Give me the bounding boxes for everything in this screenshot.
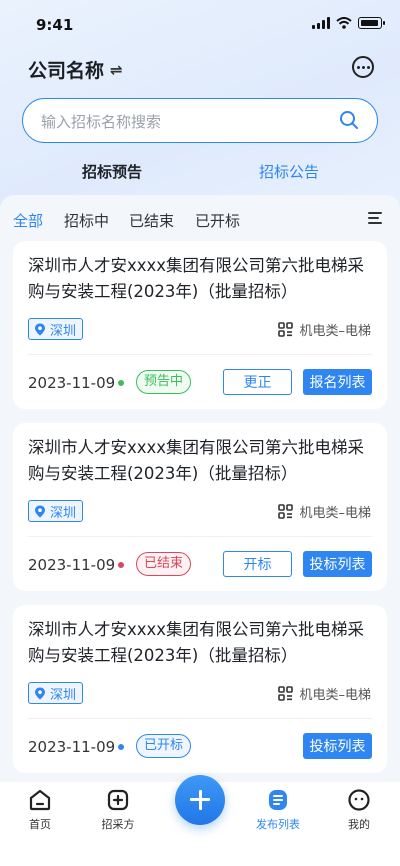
card-divider [28, 536, 372, 537]
status-badge: 预告中 [136, 370, 192, 394]
filter-bar: 全部 招标中 已结束 已开标 [0, 195, 400, 241]
menu-icon[interactable] [368, 212, 382, 224]
tab-label: 我的 [348, 818, 370, 831]
search-input[interactable]: 输入招标名称搜索 [22, 98, 378, 143]
category: 机电类–电梯 [278, 320, 371, 339]
status-badge: 已开标 [136, 734, 192, 758]
content-panel: 全部 招标中 已结束 已开标 深圳市人才安xxxx集团有限公司第六批电梯采购与安… [0, 195, 400, 866]
search-placeholder: 输入招标名称搜索 [41, 113, 162, 131]
location-text: 深圳 [50, 505, 77, 521]
tender-card[interactable]: 深圳市人才安xxxx集团有限公司第六批电梯采购与安装工程(2023年)（批量招标… [13, 423, 387, 591]
status-dot [118, 380, 124, 386]
location-tag: 深圳 [28, 318, 84, 340]
card-divider [28, 354, 372, 355]
search-icon[interactable] [339, 110, 359, 130]
status-icons [312, 17, 385, 29]
card-date: 2023-11-09 [28, 738, 116, 756]
status-dot [118, 744, 124, 750]
battery-icon [358, 17, 385, 29]
status-bar: 9:41 [0, 0, 400, 48]
card-date: 2023-11-09 [28, 556, 116, 574]
category-text: 机电类–电梯 [299, 506, 371, 521]
card-title: 深圳市人才安xxxx集团有限公司第六批电梯采购与安装工程(2023年)（批量招标… [28, 620, 365, 665]
filter-all[interactable]: 全部 [13, 210, 43, 231]
category-icon [278, 686, 294, 701]
location-tag: 深圳 [28, 682, 84, 704]
location-text: 深圳 [50, 687, 77, 703]
tab-mine[interactable]: 我的 [329, 788, 389, 832]
card-date: 2023-11-09 [28, 374, 116, 392]
card-divider [28, 718, 372, 719]
location-pin-icon [35, 687, 45, 699]
filter-ended[interactable]: 已结束 [129, 210, 174, 231]
tab-publish-list[interactable]: 发布列表 [248, 788, 308, 832]
home-icon [29, 789, 51, 811]
tab-home[interactable]: 首页 [10, 788, 70, 832]
status-badge: 已结束 [136, 552, 192, 576]
tender-card[interactable]: 深圳市人才安xxxx集团有限公司第六批电梯采购与安装工程(2023年)（批量招标… [13, 241, 387, 409]
bid-list-button[interactable]: 投标列表 [303, 551, 372, 577]
card-title: 深圳市人才安xxxx集团有限公司第六批电梯采购与安装工程(2023年)（批量招标… [28, 256, 365, 301]
tender-card[interactable]: 深圳市人才安xxxx集团有限公司第六批电梯采购与安装工程(2023年)（批量招标… [13, 605, 387, 773]
location-text: 深圳 [50, 323, 77, 339]
message-dots-icon[interactable] [352, 56, 374, 78]
location-pin-icon [35, 505, 45, 517]
plus-square-icon [107, 789, 129, 811]
tab-tender-announcement[interactable]: 招标公告 [259, 161, 319, 182]
correct-button[interactable]: 更正 [223, 369, 292, 395]
location-tag: 深圳 [28, 500, 84, 522]
tab-label: 首页 [29, 818, 51, 831]
category-text: 机电类–电梯 [299, 688, 371, 703]
open-bid-button[interactable]: 开标 [223, 551, 292, 577]
signal-icon [312, 17, 330, 29]
category-icon [278, 504, 294, 519]
signup-list-button[interactable]: 报名列表 [303, 369, 372, 395]
bid-list-button[interactable]: 投标列表 [303, 733, 372, 759]
tab-label: 招采方 [101, 818, 135, 831]
status-dot [118, 562, 124, 568]
company-name: 公司名称 [28, 60, 105, 82]
card-title: 深圳市人才安xxxx集团有限公司第六批电梯采购与安装工程(2023年)（批量招标… [28, 438, 365, 483]
tab-label: 发布列表 [256, 818, 300, 831]
profile-icon [348, 789, 370, 811]
tab-bar-top: 招标预告 招标公告 [0, 155, 400, 185]
switch-icon: ⇌ [110, 60, 123, 79]
category: 机电类–电梯 [278, 684, 371, 703]
add-publish-button[interactable] [175, 775, 225, 825]
header: 公司名称 ⇌ [0, 50, 400, 90]
filter-in-progress[interactable]: 招标中 [64, 210, 109, 231]
list-doc-icon [269, 790, 287, 810]
location-pin-icon [35, 323, 45, 335]
category-icon [278, 322, 294, 337]
category-text: 机电类–电梯 [299, 324, 371, 339]
category: 机电类–电梯 [278, 502, 371, 521]
company-switcher[interactable]: 公司名称 ⇌ [28, 56, 123, 83]
status-time: 9:41 [36, 16, 74, 34]
tab-tender-preview[interactable]: 招标预告 [82, 161, 142, 182]
wifi-icon [336, 17, 352, 29]
tab-procurer[interactable]: 招采方 [88, 788, 148, 832]
filter-opened[interactable]: 已开标 [195, 210, 240, 231]
